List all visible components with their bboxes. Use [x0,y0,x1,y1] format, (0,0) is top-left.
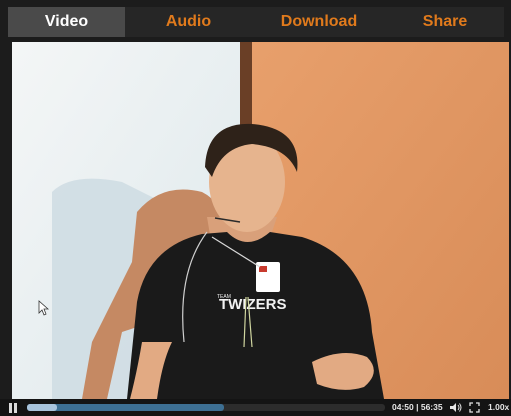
tab-download[interactable]: Download [252,7,386,37]
seek-played [27,404,58,411]
mouse-pointer-icon [38,300,49,316]
playback-speed[interactable]: 1.00x [488,402,509,412]
speaker-icon[interactable] [449,402,463,413]
tab-video[interactable]: Video [8,7,125,37]
video-frame-image: TEAM TWIZERS [12,42,509,399]
time-display: 04:50 | 56:35 [392,402,443,412]
media-tab-bar: Video Audio Download Share [8,7,504,37]
tab-share[interactable]: Share [386,7,504,37]
pause-icon[interactable] [8,403,18,413]
player-controls: 04:50 | 56:35 1.00x [0,399,511,416]
right-hand [312,353,374,390]
seek-bar[interactable] [27,404,385,411]
fullscreen-icon[interactable] [469,402,480,413]
video-player: Video Audio Download Share TEAM TWIZERS … [0,0,511,416]
tab-audio[interactable]: Audio [125,7,252,37]
shirt-logo-text: TWIZERS [219,296,287,313]
video-frame[interactable]: TEAM TWIZERS [12,42,509,399]
